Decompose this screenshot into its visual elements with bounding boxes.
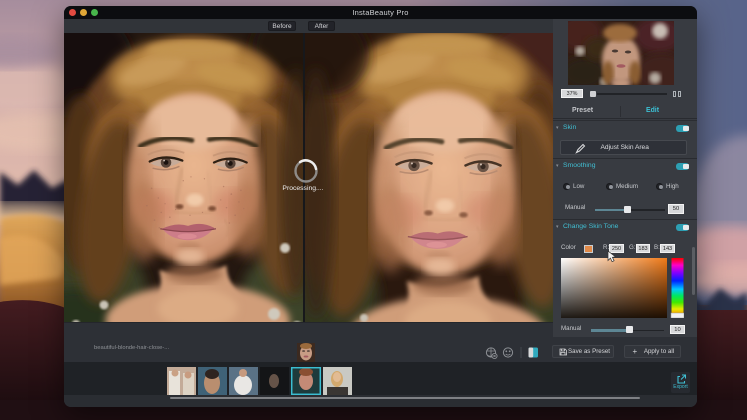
svg-text:Processing....: Processing.... — [282, 185, 323, 192]
